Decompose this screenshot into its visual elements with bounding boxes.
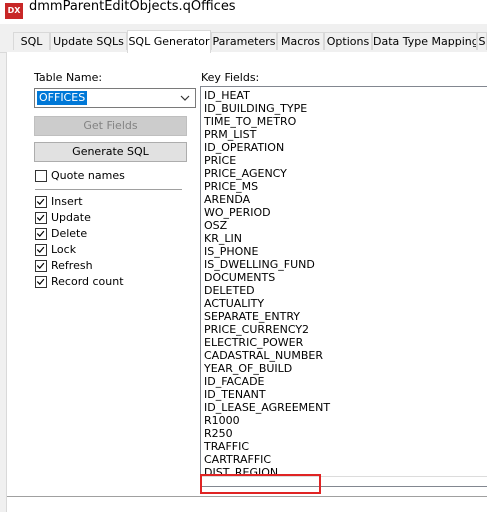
list-item[interactable]: TIME_TO_METRO [204, 115, 296, 128]
get-fields-button[interactable]: Get Fields [34, 116, 187, 136]
list-item[interactable]: ID_HEAT [204, 89, 250, 102]
insert-label: Insert [51, 195, 83, 208]
tab-sql[interactable]: SQL [13, 32, 50, 50]
list-item[interactable]: DELETED [204, 284, 255, 297]
list-item[interactable]: TRAFFIC [204, 440, 249, 453]
list-item[interactable]: KR_LIN [204, 232, 242, 245]
list-item[interactable]: ID_BUILDING_TYPE [204, 102, 307, 115]
lock-label: Lock [51, 243, 77, 256]
record-count-label: Record count [51, 275, 124, 288]
list-item[interactable]: R1000 [204, 414, 240, 427]
tab-parameters[interactable]: Parameters [211, 32, 277, 50]
sql-generator-panel: Table Name: OFFICES Get Fields Generate … [6, 52, 487, 512]
list-item[interactable]: PRICE [204, 154, 236, 167]
options-divider [35, 189, 182, 190]
list-item[interactable]: ELECTRIC_POWER [204, 336, 303, 349]
refresh-label: Refresh [51, 259, 93, 272]
highlight-annotation-box [200, 474, 321, 494]
list-item[interactable]: PRICE_MS [204, 180, 258, 193]
table-name-label: Table Name: [34, 71, 103, 84]
bottom-divider [7, 496, 487, 497]
table-name-combobox[interactable]: OFFICES [34, 88, 196, 108]
chevron-down-icon[interactable] [179, 92, 191, 104]
list-item[interactable]: DOCUMENTS [204, 271, 275, 284]
tab-data-type-mapping[interactable]: Data Type Mapping [372, 32, 477, 50]
quote-names-checkbox[interactable] [35, 170, 47, 182]
tab-update-sqls[interactable]: Update SQLs [50, 32, 127, 50]
list-item[interactable]: OSZ [204, 219, 227, 232]
window-title: dmmParentEditObjects.qOffices [29, 0, 236, 14]
refresh-checkbox[interactable] [35, 260, 47, 272]
list-item[interactable]: ID_OPERATION [204, 141, 284, 154]
key-fields-listbox[interactable]: ID_HEAT ID_BUILDING_TYPE TIME_TO_METRO P… [200, 86, 487, 487]
tab-overflow[interactable]: S [477, 32, 487, 50]
generate-sql-button[interactable]: Generate SQL [34, 142, 187, 162]
delete-checkbox[interactable] [35, 228, 47, 240]
insert-checkbox[interactable] [35, 196, 47, 208]
tab-sql-generator[interactable]: SQL Generator [127, 30, 211, 53]
list-item[interactable]: ARENDA [204, 193, 250, 206]
title-bar: DX dmmParentEditObjects.qOffices [0, 0, 487, 24]
record-count-checkbox[interactable] [35, 276, 47, 288]
list-item[interactable]: CARTRAFFIC [204, 453, 271, 466]
list-item[interactable]: ID_FACADE [204, 375, 265, 388]
tab-options[interactable]: Options [324, 32, 372, 50]
quote-names-label: Quote names [51, 169, 125, 182]
list-item[interactable]: ID_TENANT [204, 388, 266, 401]
tab-strip: SQL Update SQLs SQL Generator Parameters… [0, 30, 487, 53]
update-checkbox[interactable] [35, 212, 47, 224]
list-item[interactable]: WO_PERIOD [204, 206, 271, 219]
list-item[interactable]: ACTUALITY [204, 297, 264, 310]
list-item[interactable]: R250 [204, 427, 233, 440]
list-item[interactable]: CADASTRAL_NUMBER [204, 349, 323, 362]
list-item[interactable]: IS_PHONE [204, 245, 258, 258]
update-label: Update [51, 211, 91, 224]
list-item[interactable]: IS_DWELLING_FUND [204, 258, 315, 271]
table-name-value: OFFICES [37, 91, 88, 105]
key-fields-label: Key Fields: [201, 71, 260, 84]
tab-macros[interactable]: Macros [277, 32, 324, 50]
list-item[interactable]: ID_LEASE_AGREEMENT [204, 401, 330, 414]
delete-label: Delete [51, 227, 88, 240]
list-item[interactable]: SEPARATE_ENTRY [204, 310, 300, 323]
list-item[interactable]: PRICE_AGENCY [204, 167, 287, 180]
list-item[interactable]: PRICE_CURRENCY2 [204, 323, 309, 336]
list-item[interactable]: PRM_LIST [204, 128, 256, 141]
list-item[interactable]: YEAR_OF_BUILD [204, 362, 292, 375]
app-logo-icon: DX [5, 3, 23, 19]
lock-checkbox[interactable] [35, 244, 47, 256]
